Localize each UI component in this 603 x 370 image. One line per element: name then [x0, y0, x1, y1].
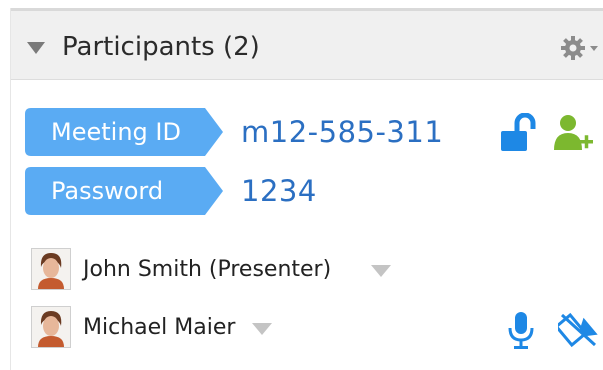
password-row: Password 1234 [25, 167, 603, 215]
meeting-id-label: Meeting ID [51, 118, 181, 146]
participants-panel: Participants (2) Meeting ID m12-585-311 … [10, 8, 603, 370]
person-photo-icon [32, 249, 70, 289]
panel-title: Participants (2) [62, 32, 260, 62]
password-label: Password [51, 177, 164, 205]
participant-name: John Smith (Presenter) [83, 257, 332, 282]
participant-menu-arrow-icon[interactable] [252, 323, 272, 335]
invite-participant-button[interactable] [553, 112, 599, 158]
avatar [31, 306, 71, 348]
meeting-id-value: m12-585-311 [241, 115, 444, 149]
avatar [31, 248, 71, 290]
participant-menu-arrow-icon[interactable] [371, 265, 391, 277]
participant-row[interactable]: John Smith (Presenter) [31, 248, 603, 292]
participant-row[interactable]: Michael Maier [31, 306, 603, 350]
video-toggle-button[interactable] [554, 312, 598, 352]
panel-header[interactable]: Participants (2) [11, 8, 603, 80]
password-value: 1234 [241, 174, 317, 208]
add-person-icon [554, 115, 593, 150]
microphone-icon [508, 312, 534, 349]
microphone-button[interactable] [506, 310, 536, 354]
unlocked-lock-icon [501, 112, 536, 151]
participant-name: Michael Maier [83, 315, 236, 340]
person-photo-icon [32, 307, 70, 347]
meeting-id-row: Meeting ID m12-585-311 [25, 108, 603, 156]
settings-menu-button[interactable] [559, 33, 603, 63]
video-off-icon [554, 312, 598, 348]
collapse-arrow-icon[interactable] [27, 42, 45, 54]
gear-icon [561, 36, 598, 60]
lock-meeting-button[interactable] [499, 112, 545, 157]
